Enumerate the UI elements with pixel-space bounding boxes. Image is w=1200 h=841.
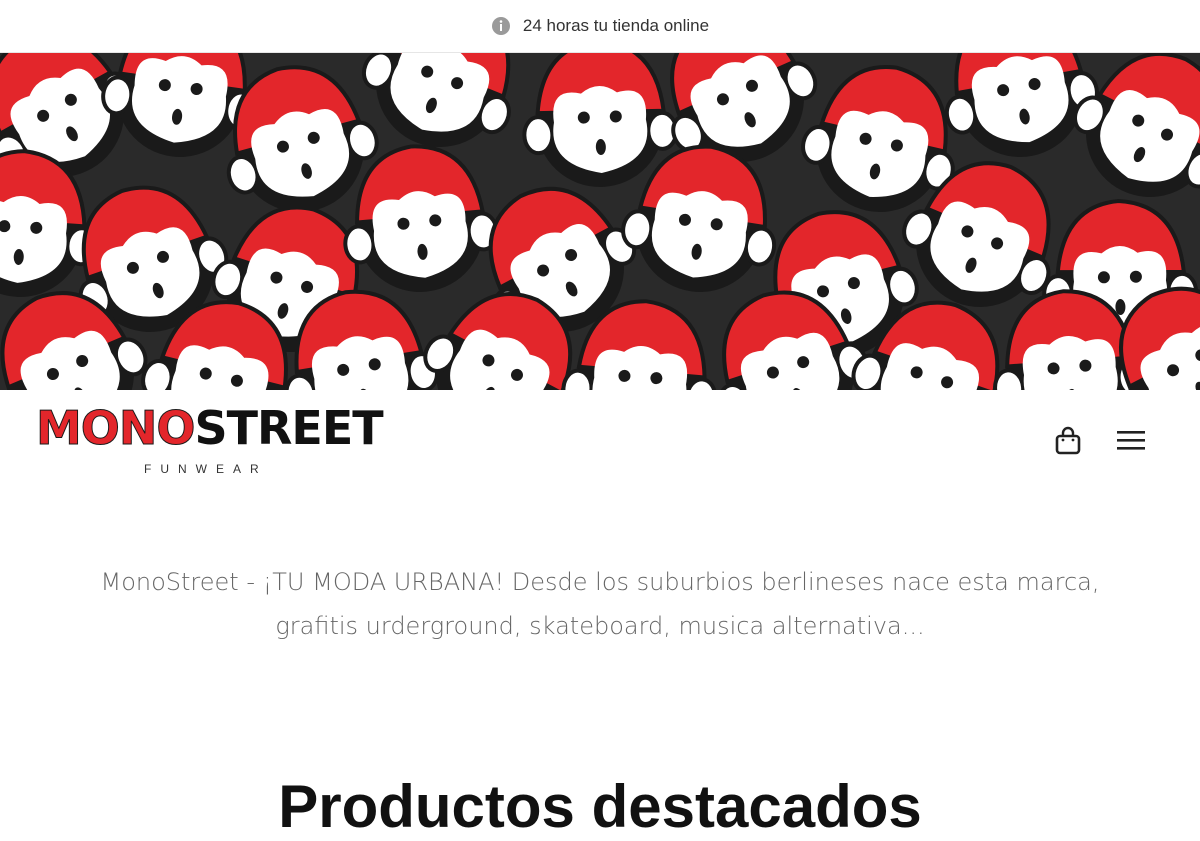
site-header: MONOSTREET FUNWEAR [0,390,1200,485]
hero-banner [0,53,1200,390]
info-icon [491,16,511,36]
intro-line-1: MonoStreet - ¡TU MODA URBANA! Desde los … [100,568,1100,596]
announcement-text: 24 horas tu tienda online [522,16,710,35]
menu-button[interactable] [1116,428,1146,452]
logo-tagline: FUNWEAR [144,462,268,476]
brand-logo[interactable]: MONOSTREET FUNWEAR [35,401,416,477]
logo-wordmark: MONOSTREET [35,401,416,455]
cart-button[interactable] [1054,426,1082,456]
hamburger-menu-icon [1117,431,1145,450]
section-title: Productos destacados [278,773,922,840]
logo-street-text: STREET [194,401,383,455]
monkey-pattern-image [0,53,1200,390]
announcement-bar: 24 horas tu tienda online [0,0,1200,53]
intro-line-2: grafitis urderground, skateboard, musica… [275,612,925,640]
intro-text: MonoStreet - ¡TU MODA URBANA! Desde los … [40,560,1160,648]
logo-mono-text: MONO [35,401,195,455]
shopping-bag-icon [1055,426,1081,455]
